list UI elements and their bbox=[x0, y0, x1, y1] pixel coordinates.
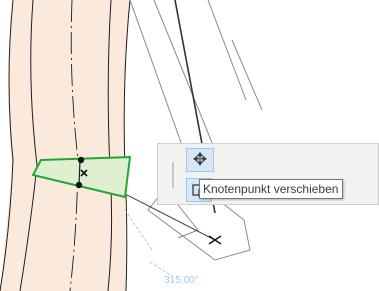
wall-node-top-handle[interactable] bbox=[76, 155, 86, 165]
angle-readout: 315.00° bbox=[164, 275, 199, 286]
selected-node-handle[interactable] bbox=[79, 168, 89, 178]
wall-fill bbox=[0, 0, 130, 291]
tooltip: Knotenpunkt verschieben bbox=[199, 179, 344, 199]
cursor-snap-icon bbox=[208, 235, 222, 245]
move-node-button[interactable]: ✥ bbox=[186, 148, 214, 172]
tooltip-text: Knotenpunkt verschieben bbox=[203, 182, 339, 196]
guide-line bbox=[124, 209, 173, 277]
pet-palette-grip[interactable] bbox=[172, 162, 174, 188]
wall-node-bottom-handle[interactable] bbox=[74, 180, 84, 190]
move-arrows-icon: ✥ bbox=[192, 150, 208, 170]
